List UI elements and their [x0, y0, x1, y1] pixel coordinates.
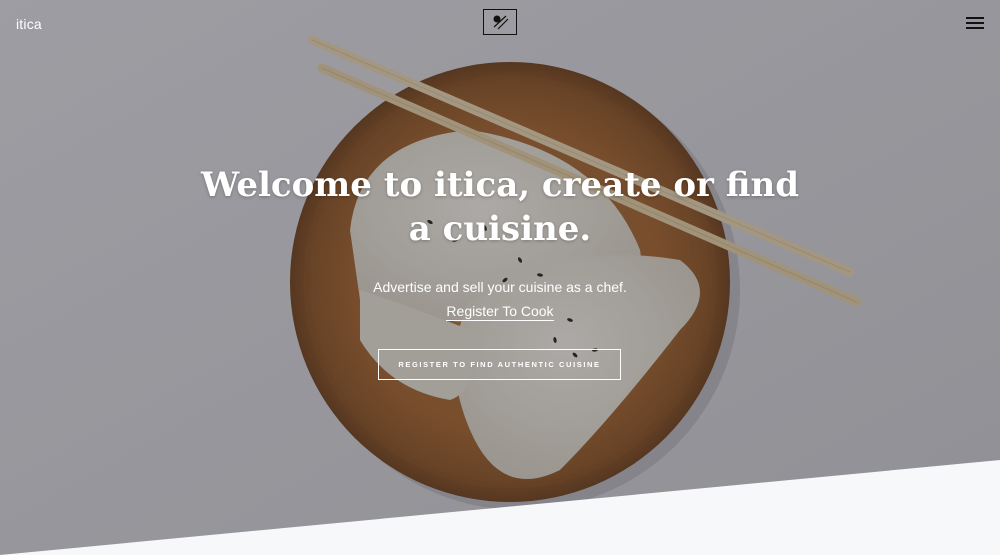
register-find-cuisine-button[interactable]: REGISTER TO FIND AUTHENTIC CUISINE	[378, 349, 621, 380]
menu-line	[966, 17, 984, 19]
chopsticks-logo-icon[interactable]	[483, 9, 517, 35]
menu-line	[966, 22, 984, 24]
menu-line	[966, 27, 984, 29]
hero-subtext: Advertise and sell your cuisine as a che…	[373, 279, 627, 295]
hero-dark-overlay	[0, 0, 1000, 555]
hero-section: itica Welcome to itica, create or find a…	[0, 0, 1000, 555]
hero-headline: Welcome to itica, create or find a cuisi…	[200, 165, 800, 249]
brand-name[interactable]: itica	[16, 16, 42, 32]
chopsticks-glyph-icon	[493, 15, 509, 30]
register-to-cook-label: Register To Cook	[446, 303, 554, 321]
register-to-cook-link[interactable]: Register To Cook	[440, 303, 560, 321]
hamburger-menu-icon[interactable]	[966, 17, 984, 29]
